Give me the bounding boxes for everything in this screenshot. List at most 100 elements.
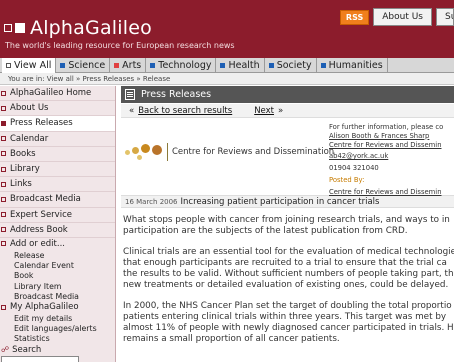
contact-names-link[interactable]: Alison Booth & Frances Sharp	[329, 132, 443, 141]
sidebar-item-calendar[interactable]: Calendar	[0, 132, 115, 147]
result-navigation: « Back to search results Next »	[121, 104, 454, 118]
square-bullet-icon	[1, 90, 6, 96]
sidebar-subitem-calendar-event[interactable]: Calendar Event	[0, 260, 115, 270]
contact-phone: 01904 321040	[329, 164, 379, 173]
main-nav: View All Science Arts Technology Health …	[0, 57, 454, 73]
sidebar-item-expert-service[interactable]: Expert Service	[0, 208, 115, 223]
square-bullet-icon	[268, 62, 274, 68]
section-header: Press Releases	[121, 86, 454, 103]
square-bullet-icon	[1, 151, 6, 157]
posted-by-label: Posted By:	[329, 175, 365, 184]
square-bullet-icon	[114, 62, 120, 68]
sidebar-section-label: My AlphaGalileo	[10, 302, 79, 313]
sidebar-item-label: Press Releases	[10, 118, 73, 129]
sidebar-subitem-release[interactable]: Release	[0, 250, 115, 260]
square-bullet-icon	[60, 62, 66, 68]
organization-block: Centre for Reviews and Dissemination For…	[121, 118, 454, 197]
search-icon: ☍	[1, 345, 10, 354]
sidebar-item-press-releases[interactable]: Press Releases	[0, 116, 115, 132]
logo-square-outline-icon	[4, 24, 12, 32]
nav-technology[interactable]: Technology	[146, 57, 217, 73]
sidebar-subitem-edit-details[interactable]: Edit my details	[0, 313, 115, 323]
sidebar-item-links[interactable]: Links	[0, 177, 115, 193]
square-bullet-icon	[1, 212, 6, 218]
sidebar-section-add-edit[interactable]: Add or edit...	[0, 238, 115, 250]
contact-intro: For further information, please co	[329, 123, 444, 131]
sidebar-item-label: Calendar	[10, 133, 49, 144]
rss-button[interactable]: RSS	[339, 9, 370, 25]
nav-view-all[interactable]: View All	[2, 57, 57, 73]
section-title: Press Releases	[141, 89, 212, 100]
posted-org-link[interactable]: Centre for Reviews and Dissemin	[329, 188, 443, 197]
square-bullet-icon	[220, 62, 226, 68]
nav-health[interactable]: Health	[216, 57, 265, 73]
contact-info: For further information, please co Aliso…	[329, 123, 443, 197]
sidebar-subitem-broadcast-media[interactable]: Broadcast Media	[0, 291, 115, 301]
sidebar: AlphaGalileo Home About Us Press Release…	[0, 86, 116, 362]
sidebar-item-label: Books	[10, 148, 36, 159]
release-body: What stops people with cancer from joini…	[121, 208, 454, 345]
nav-society[interactable]: Society	[265, 57, 317, 73]
nav-label: Humanities	[328, 59, 383, 71]
site-logo[interactable]: AlphaGalileo	[4, 17, 152, 39]
sidebar-item-label: Expert Service	[10, 209, 72, 220]
square-bullet-icon	[1, 227, 6, 233]
sidebar-item-label: Broadcast Media	[10, 194, 81, 205]
paragraph: In 2000, the NHS Cancer Plan set the tar…	[123, 301, 454, 344]
nav-label: Technology	[158, 59, 212, 71]
square-bullet-icon	[1, 181, 6, 187]
sidebar-item-home[interactable]: AlphaGalileo Home	[0, 86, 115, 102]
square-bullet-icon	[1, 136, 6, 142]
sidebar-section-label: Add or edit...	[10, 238, 65, 249]
contact-org-link[interactable]: Centre for Reviews and Dissemin	[329, 141, 443, 150]
sidebar-item-about[interactable]: About Us	[0, 101, 115, 117]
sidebar-item-label: Address Book	[10, 224, 68, 235]
document-icon	[125, 89, 135, 100]
sidebar-item-label: Links	[10, 179, 32, 190]
square-bullet-icon	[1, 105, 6, 111]
next-link[interactable]: Next	[254, 106, 274, 116]
sidebar-item-label: AlphaGalileo Home	[10, 88, 92, 99]
release-headline: Increasing patient participation in canc…	[180, 196, 380, 207]
square-bullet-icon	[1, 304, 6, 310]
sidebar-subitem-statistics[interactable]: Statistics	[0, 334, 115, 344]
site-name: AlphaGalileo	[30, 17, 152, 39]
square-bullet-icon	[1, 196, 6, 202]
search-label-text: Search	[12, 344, 42, 355]
next-arrow-icon: »	[278, 105, 284, 116]
sidebar-item-library[interactable]: Library	[0, 162, 115, 178]
release-heading: 16 March 2006 Increasing patient partici…	[121, 195, 454, 208]
nav-label: Arts	[122, 59, 142, 71]
site-tagline: The world's leading resource for Europea…	[5, 41, 235, 50]
square-bullet-icon	[150, 62, 156, 68]
square-bullet-icon	[320, 62, 326, 68]
square-bullet-icon	[6, 62, 11, 68]
back-to-results-link[interactable]: Back to search results	[138, 106, 232, 116]
contact-email-link[interactable]: ab42@york.ac.uk	[329, 152, 443, 161]
nav-label: Health	[228, 59, 260, 71]
sidebar-subitem-book[interactable]: Book	[0, 271, 115, 281]
nav-label: Society	[276, 59, 312, 71]
sidebar-item-label: About Us	[10, 103, 49, 114]
nav-science[interactable]: Science	[56, 57, 111, 73]
nav-humanities[interactable]: Humanities	[317, 57, 388, 73]
about-us-link[interactable]: About Us	[373, 8, 432, 26]
square-bullet-icon	[1, 166, 6, 172]
sidebar-item-books[interactable]: Books	[0, 147, 115, 162]
top-link-partial[interactable]: Su	[436, 8, 454, 26]
sidebar-item-broadcast-media[interactable]: Broadcast Media	[0, 192, 115, 208]
sidebar-search-label: ☍ Search	[0, 344, 115, 355]
sidebar-item-address-book[interactable]: Address Book	[0, 223, 115, 238]
main-content: Press Releases « Back to search results …	[121, 86, 454, 362]
square-bullet-icon	[1, 120, 6, 126]
sidebar-subitem-library-item[interactable]: Library Item	[0, 281, 115, 291]
sidebar-subitem-edit-languages[interactable]: Edit languages/alerts	[0, 323, 115, 333]
dots-logo-icon	[123, 142, 163, 162]
search-input[interactable]	[1, 356, 79, 362]
nav-arts[interactable]: Arts	[110, 57, 147, 73]
paragraph: What stops people with cancer from joini…	[123, 215, 450, 236]
square-bullet-icon	[1, 241, 6, 247]
nav-label: Science	[68, 59, 106, 71]
sidebar-section-my-alphagalileo[interactable]: My AlphaGalileo	[0, 302, 115, 313]
nav-label: View All	[14, 59, 52, 71]
